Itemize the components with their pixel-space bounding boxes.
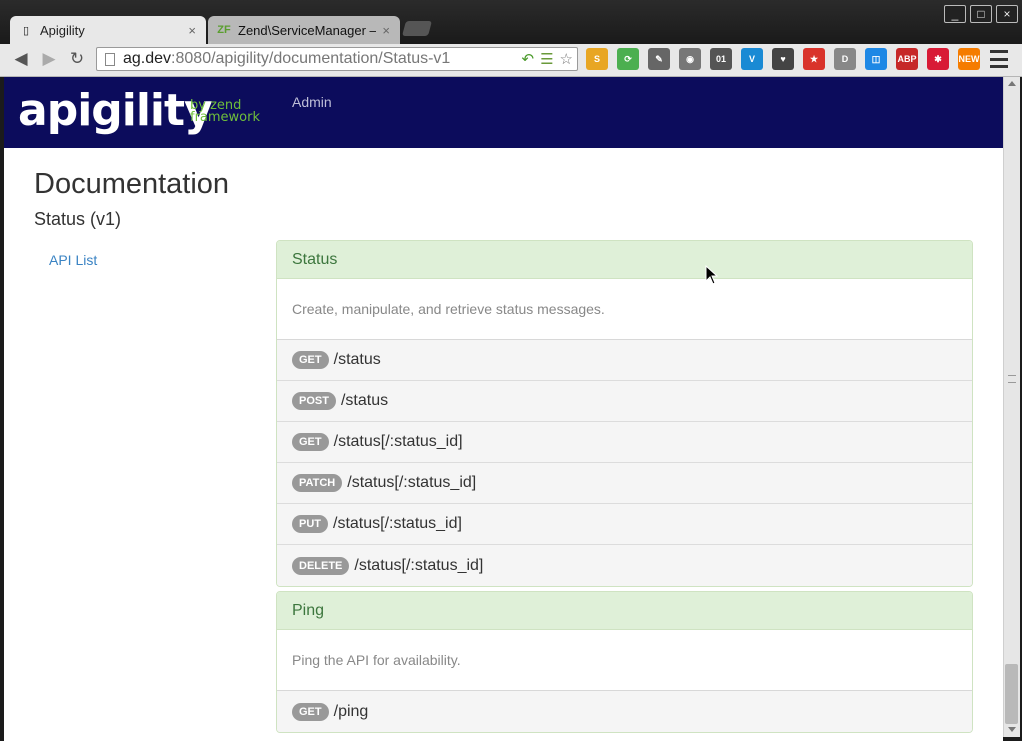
maximize-button[interactable]: □ bbox=[970, 5, 992, 23]
tab-zend-servicemanager[interactable]: ZF Zend\ServiceManager — × bbox=[208, 16, 400, 44]
page-viewport: apigility by zend framework Admin Docume… bbox=[4, 77, 1003, 741]
page-icon: ▯ bbox=[22, 24, 30, 37]
browser-titlebar: ▯ Apigility × ZF Zend\ServiceManager — ×… bbox=[0, 0, 1022, 44]
service-description: Create, manipulate, and retrieve status … bbox=[277, 279, 972, 340]
asterisk-extension-icon[interactable]: ✱ bbox=[927, 48, 949, 70]
tab-label: Zend\ServiceManager — bbox=[238, 22, 377, 38]
operation-path: /ping bbox=[333, 702, 369, 720]
operation-row[interactable]: PUT/status[/:status_id] bbox=[277, 504, 972, 545]
http-method-badge: DELETE bbox=[292, 556, 350, 575]
new-extension-icon[interactable]: NEW bbox=[958, 48, 980, 70]
new-tab-button[interactable] bbox=[401, 21, 433, 36]
top-navbar: apigility by zend framework Admin bbox=[4, 77, 1003, 148]
service-title[interactable]: Ping bbox=[277, 592, 972, 630]
page-title: Documentation bbox=[34, 168, 230, 200]
page-subtitle: Status (v1) bbox=[34, 209, 122, 229]
scroll-up-arrow-icon[interactable] bbox=[1008, 81, 1016, 86]
ghost-extension-icon[interactable]: ◉ bbox=[679, 48, 701, 70]
zend-framework-icon: ZF bbox=[217, 24, 231, 36]
v-extension-icon[interactable]: V bbox=[741, 48, 763, 70]
extension-icons: S ⟳ ✎ ◉ 01 V ♥ ★ D ◫ ABP ✱ NEW bbox=[586, 48, 980, 70]
scroll-grip bbox=[1008, 375, 1016, 383]
d-extension-icon[interactable]: D bbox=[834, 48, 856, 70]
window-extension-icon[interactable]: ◫ bbox=[865, 48, 887, 70]
service-description: Ping the API for availability. bbox=[277, 630, 972, 691]
logo-tagline: by zend framework bbox=[190, 99, 261, 125]
tab-label: Apigility bbox=[40, 22, 85, 38]
http-method-badge: GET bbox=[292, 702, 329, 721]
url-path: :8080/apigility/documentation/Status-v1 bbox=[171, 50, 451, 67]
operation-row[interactable]: POST/status bbox=[277, 381, 972, 422]
api-list-link[interactable]: API List bbox=[49, 252, 97, 268]
tab-apigility[interactable]: ▯ Apigility × bbox=[10, 16, 206, 44]
undo-arrow-icon[interactable]: ↶ bbox=[522, 50, 535, 68]
close-tab-icon[interactable]: × bbox=[382, 23, 390, 38]
operation-row[interactable]: GET/ping bbox=[277, 691, 972, 732]
apigility-logo[interactable]: apigility bbox=[18, 85, 213, 136]
scroll-down-arrow-icon[interactable] bbox=[1008, 727, 1016, 732]
binary-extension-icon[interactable]: 01 bbox=[710, 48, 732, 70]
service-panel-status: Status Create, manipulate, and retrieve s… bbox=[276, 240, 973, 587]
browser-toolbar: ◀ ▶ ↻ ag.dev:8080/apigility/documentatio… bbox=[0, 44, 1022, 77]
adblock-extension-icon[interactable]: ABP bbox=[896, 48, 918, 70]
minimize-button[interactable]: _ bbox=[944, 5, 966, 23]
refresh-extension-icon[interactable]: ⟳ bbox=[617, 48, 639, 70]
nav-link-admin[interactable]: Admin bbox=[292, 94, 332, 110]
pocket-extension-icon[interactable]: ♥ bbox=[772, 48, 794, 70]
reader-icon[interactable]: ☰ bbox=[540, 50, 553, 68]
http-method-badge: GET bbox=[292, 433, 329, 451]
vertical-scrollbar[interactable] bbox=[1003, 77, 1020, 737]
operation-path: /status[/:status_id] bbox=[333, 515, 462, 532]
http-method-badge: PUT bbox=[292, 515, 328, 533]
s-extension-icon[interactable]: S bbox=[586, 48, 608, 70]
operation-path: /status[/:status_id] bbox=[333, 433, 463, 450]
back-arrow-icon[interactable]: ◀ bbox=[10, 48, 32, 70]
address-bar[interactable]: ag.dev:8080/apigility/documentation/Stat… bbox=[96, 47, 578, 71]
url-host: ag.dev bbox=[123, 50, 172, 67]
operation-row[interactable]: GET/status[/:status_id] bbox=[277, 422, 972, 463]
operation-row[interactable]: GET/status bbox=[277, 340, 972, 381]
operation-path: /status bbox=[333, 351, 381, 368]
close-tab-icon[interactable]: × bbox=[188, 23, 196, 38]
bookmark-extension-icon[interactable]: ★ bbox=[803, 48, 825, 70]
operation-row[interactable]: DELETE/status[/:status_id] bbox=[277, 545, 972, 586]
operation-row[interactable]: PATCH/status[/:status_id] bbox=[277, 463, 972, 504]
operation-path: /status[/:status_id] bbox=[347, 474, 477, 491]
service-title[interactable]: Status bbox=[277, 241, 972, 279]
service-panel-ping: Ping Ping the API for availability. GET/pi… bbox=[276, 591, 973, 733]
mouse-cursor-icon bbox=[705, 265, 719, 285]
http-method-badge: PATCH bbox=[292, 474, 343, 492]
scroll-thumb[interactable] bbox=[1005, 664, 1018, 724]
logo-tagline-line2: framework bbox=[190, 110, 261, 125]
http-method-badge: GET bbox=[292, 351, 329, 369]
bookmark-star-icon[interactable]: ☆ bbox=[560, 50, 573, 68]
operation-path: /status bbox=[340, 392, 389, 409]
menu-icon[interactable] bbox=[990, 50, 1008, 68]
close-window-button[interactable]: × bbox=[996, 5, 1018, 23]
forward-arrow-icon[interactable]: ▶ bbox=[38, 48, 60, 70]
page-icon bbox=[105, 52, 115, 66]
pen-extension-icon[interactable]: ✎ bbox=[648, 48, 670, 70]
operation-path: /status[/:status_id] bbox=[354, 556, 484, 574]
http-method-badge: POST bbox=[292, 392, 336, 410]
reload-icon[interactable]: ↻ bbox=[66, 48, 88, 70]
